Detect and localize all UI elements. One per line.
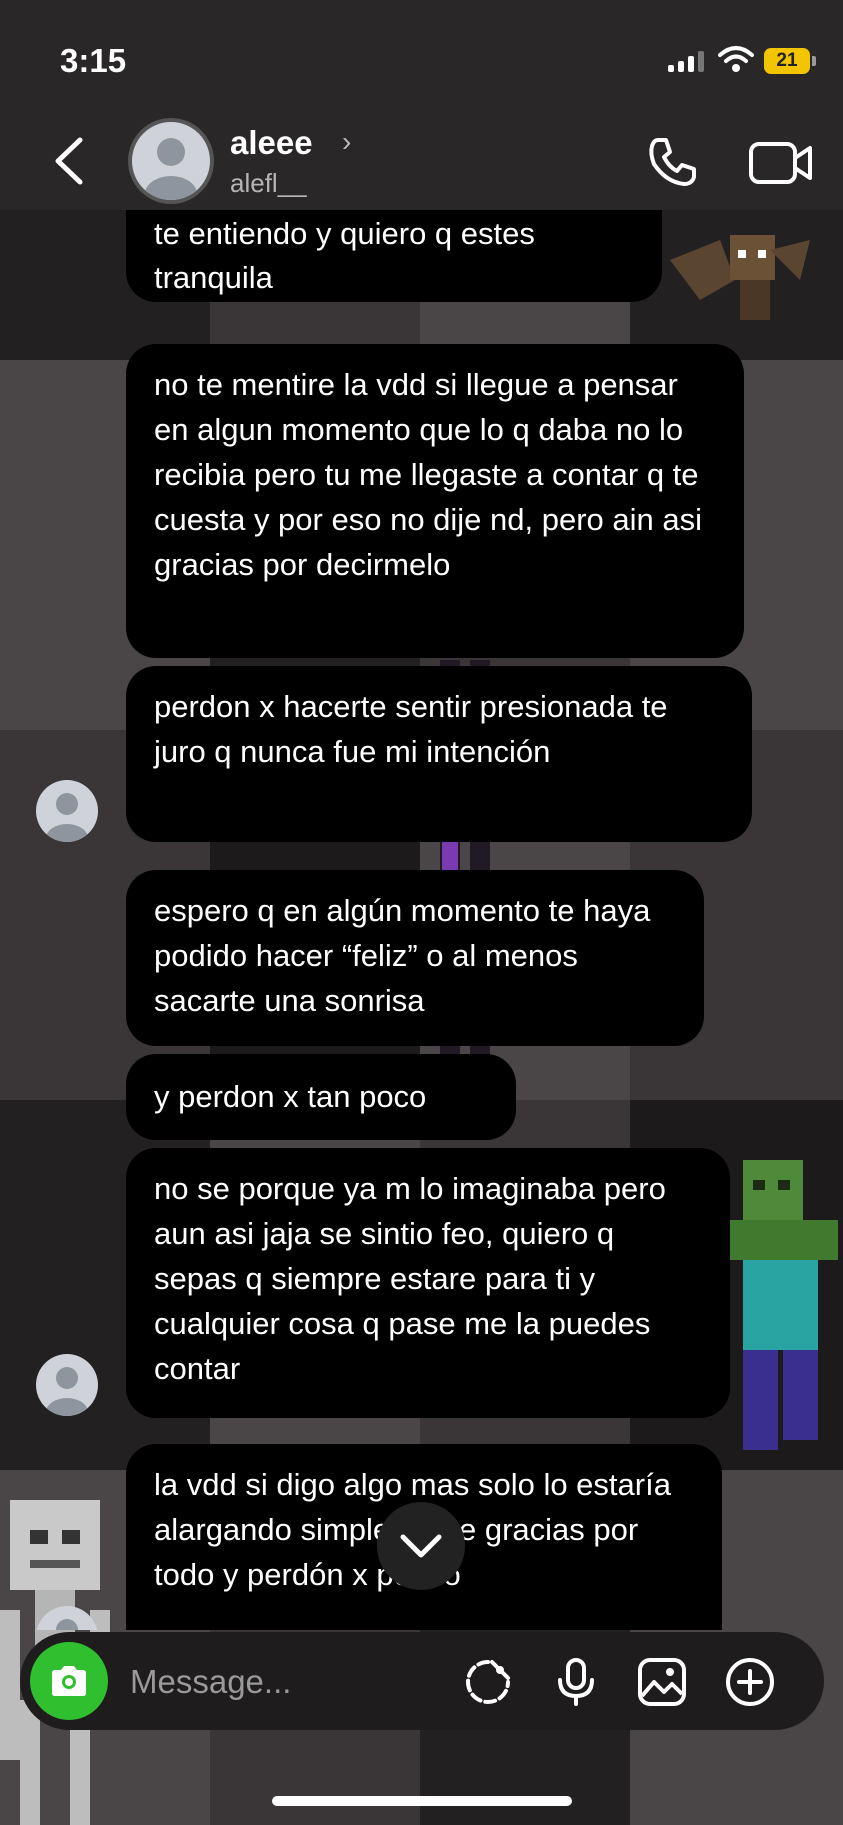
chevron-left-icon[interactable] (50, 136, 90, 186)
sender-avatar[interactable] (36, 1606, 98, 1630)
sticker-icon[interactable] (462, 1656, 514, 1708)
chevron-right-icon[interactable]: › (342, 126, 351, 158)
message-input[interactable] (128, 1654, 472, 1710)
message-bubble[interactable]: y perdon x tan poco (126, 1054, 516, 1140)
wifi-icon (718, 46, 754, 72)
battery-indicator: 21 (764, 48, 810, 74)
camera-icon (52, 1666, 86, 1696)
status-bar: 3:15 21 (0, 0, 843, 110)
contact-avatar[interactable] (128, 118, 214, 204)
battery-tip (812, 56, 816, 66)
message-bubble[interactable]: perdon x hacerte sentir presionada te ju… (126, 666, 752, 842)
cellular-signal-icon (668, 50, 704, 72)
status-time: 3:15 (60, 42, 127, 79)
default-avatar-icon (46, 1367, 88, 1416)
scroll-to-bottom-button[interactable] (377, 1502, 465, 1590)
message-bubble[interactable]: espero q en algún momento te haya podido… (126, 870, 704, 1046)
home-indicator[interactable] (272, 1796, 572, 1806)
sender-avatar[interactable] (36, 1354, 98, 1416)
contact-name[interactable]: aleee (230, 124, 313, 162)
default-avatar-icon (56, 1619, 78, 1630)
message-list[interactable]: te entiendo y quiero q estes tranquila n… (0, 210, 843, 1630)
camera-button[interactable] (30, 1642, 108, 1720)
video-camera-icon[interactable] (748, 138, 814, 188)
microphone-icon[interactable] (550, 1656, 602, 1708)
message-composer (20, 1632, 824, 1730)
message-bubble[interactable]: no se porque ya m lo imaginaba pero aun … (126, 1148, 730, 1418)
message-bubble[interactable]: te entiendo y quiero q estes tranquila (126, 210, 662, 302)
phone-icon[interactable] (644, 134, 700, 190)
default-avatar-icon (46, 793, 88, 842)
default-avatar-icon (145, 138, 197, 200)
sender-avatar[interactable] (36, 780, 98, 842)
chevron-down-icon (400, 1534, 442, 1558)
chat-header: aleee › alefl__ (0, 110, 843, 210)
image-icon[interactable] (636, 1656, 688, 1708)
plus-circle-icon[interactable] (724, 1656, 776, 1708)
message-bubble[interactable]: no te mentire la vdd si llegue a pensar … (126, 344, 744, 658)
contact-username[interactable]: alefl__ (230, 168, 307, 199)
